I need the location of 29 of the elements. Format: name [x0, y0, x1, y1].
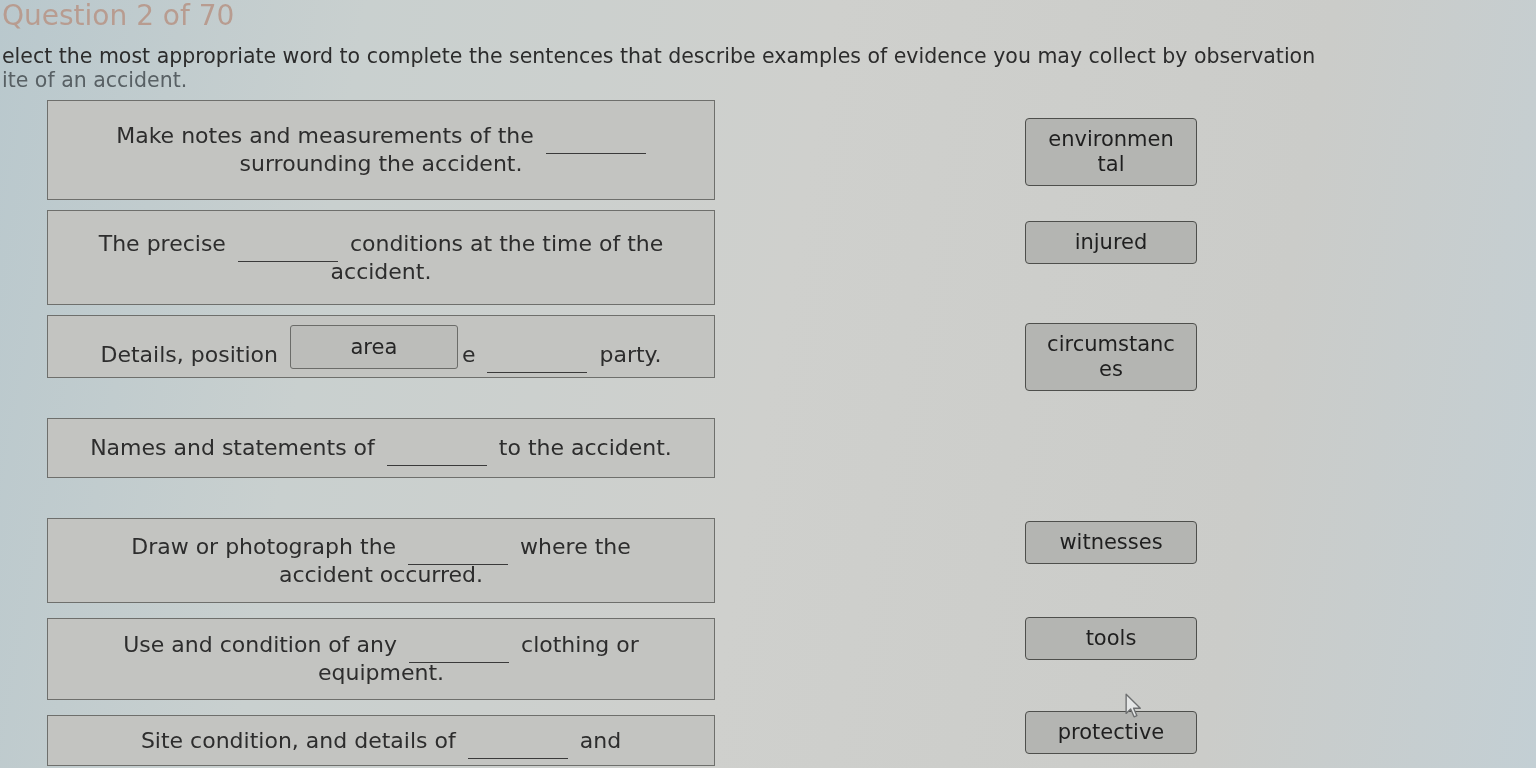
- word-tile[interactable]: tools: [1025, 617, 1197, 660]
- word-tile[interactable]: witnesses: [1025, 521, 1197, 564]
- word-tile[interactable]: environmental: [1025, 118, 1197, 186]
- sentence-text: e: [461, 340, 476, 369]
- sentence-text: where the: [520, 532, 631, 561]
- sentence-text: Make notes and measurements of the: [116, 122, 534, 150]
- sentence-text: Names and statements of: [90, 434, 375, 462]
- cursor-icon: [1125, 693, 1142, 718]
- word-tile[interactable]: protective: [1025, 711, 1197, 754]
- sentence-text: Draw or photograph the: [131, 532, 397, 561]
- sentence-text: and: [579, 726, 622, 755]
- word-tile[interactable]: circumstances: [1025, 323, 1197, 391]
- instruction-text: elect the most appropriate word to complete the sentences that describe examples of evidence you may collect by observation: [2, 44, 1316, 68]
- sentence-text: Details, position: [100, 340, 278, 369]
- sentence-text: party.: [599, 340, 662, 369]
- sentence-text: accident occurred.: [278, 560, 484, 589]
- question-counter: Question 2 of 70: [2, 2, 235, 30]
- answer-tile[interactable]: area: [289, 324, 458, 369]
- sentence-text: The precise: [98, 229, 226, 258]
- sentence-text: equipment.: [317, 659, 445, 687]
- sentence-text: accident.: [330, 257, 432, 286]
- word-tile[interactable]: injured: [1025, 221, 1197, 264]
- sentence-text: clothing or: [521, 631, 639, 659]
- sentence-text: Use and condition of any: [123, 631, 398, 659]
- sentence-text: conditions at the time of the: [349, 229, 664, 258]
- sentence-text: surrounding the accident.: [239, 150, 523, 178]
- instruction-text: ite of an accident.: [2, 68, 188, 92]
- sentence-text: Site condition, and details of: [140, 726, 456, 755]
- sentence-text: to the accident.: [498, 434, 672, 462]
